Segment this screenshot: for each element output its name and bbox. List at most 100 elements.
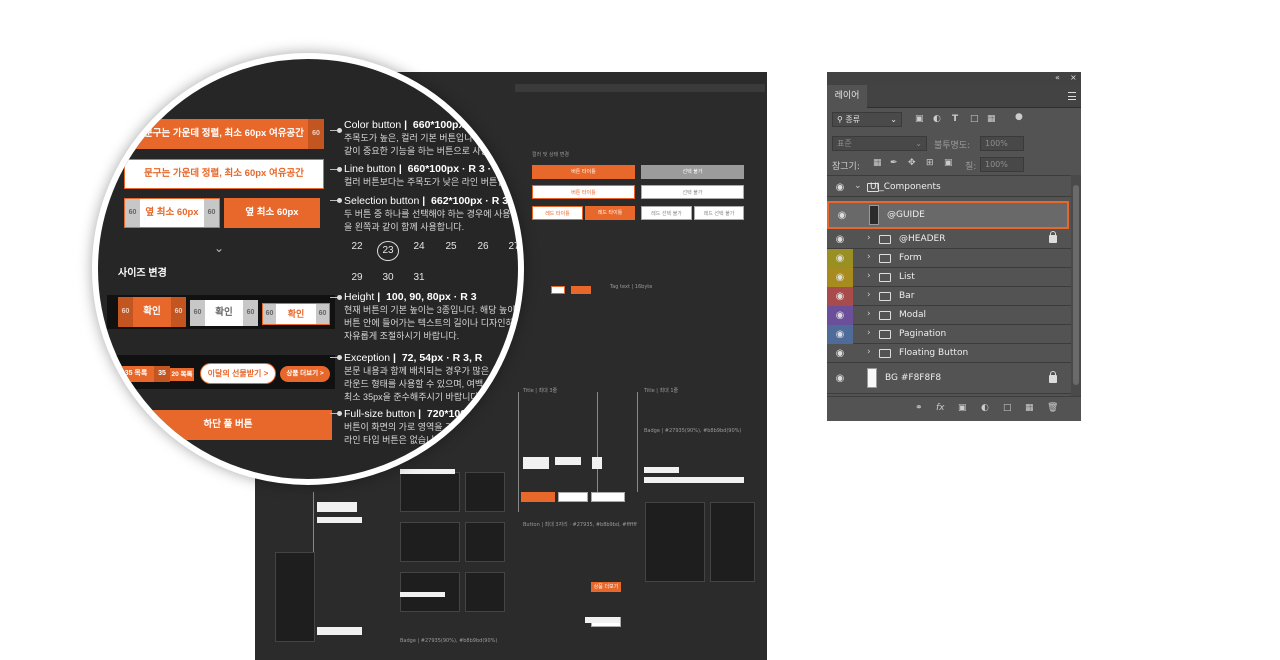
layer-row-guide[interactable]: ◉ @GUIDE xyxy=(827,201,1069,229)
fill-input[interactable]: 100% xyxy=(980,157,1024,172)
spec-color-desc: 같이 중요한 기능을 하는 버튼으로 사용됩니다. xyxy=(344,146,517,156)
exception-tag-list: 35 목록 xyxy=(118,366,154,382)
spec-selection-desc: 을 왼쪽과 같이 함께 사용합니다. xyxy=(344,222,465,232)
spec-height-desc: 현재 버튼의 기본 높이는 3종입니다. 해당 높이와 여백(60px)을 고 xyxy=(344,305,524,315)
canvas-select-disabled-left: 레드 선택 불가 xyxy=(641,206,692,220)
layer-row-header[interactable]: ◉ › @HEADER xyxy=(827,230,1071,249)
layer-row-modal[interactable]: ◉ › Modal xyxy=(827,306,1071,325)
adjustment-icon[interactable]: ◐ xyxy=(981,403,989,413)
product-more-pill-button: 상품 더보기 > xyxy=(280,366,330,382)
lock-label: 잠그기: xyxy=(832,162,860,172)
layer-row-ui-components[interactable]: ◉ ⌄ UI_Components xyxy=(827,178,1071,197)
canvas-select-right: 레드 타이틀 xyxy=(585,206,635,220)
filter-smart-object-icon[interactable]: ▦ xyxy=(987,114,996,124)
lock-move-icon[interactable]: ✥ xyxy=(908,158,916,168)
visibility-eye-icon[interactable]: ◉ xyxy=(833,373,847,384)
visibility-eye-icon[interactable]: ◉ xyxy=(833,234,847,245)
opacity-input[interactable]: 100% xyxy=(980,136,1024,151)
visibility-eye-icon[interactable]: ◉ xyxy=(833,310,847,321)
folder-icon xyxy=(879,235,891,244)
scrollbar-thumb[interactable] xyxy=(1073,185,1079,385)
chevron-down-icon: ⌄ xyxy=(915,139,922,148)
canvas-title-1line: Title | 최대 1줄 xyxy=(644,388,679,394)
canvas-badge-text-2: Badge | #27935(90%), #b8b9bd(90%) xyxy=(400,638,498,644)
selection-left-text: 옆 최소 60px xyxy=(145,207,199,218)
chevron-down-icon: ⌄ xyxy=(214,241,225,255)
visibility-eye-icon[interactable]: ◉ xyxy=(833,272,847,283)
chevron-right-icon[interactable]: › xyxy=(867,233,871,243)
opacity-label: 불투명도: xyxy=(934,141,971,151)
visibility-eye-icon[interactable]: ◉ xyxy=(833,348,847,359)
chevron-right-icon[interactable]: › xyxy=(867,252,871,262)
canvas-tag xyxy=(551,286,565,294)
visibility-eye-icon[interactable]: ◉ xyxy=(835,210,849,221)
selection-button-left: 60 옆 최소 60px 60 xyxy=(124,198,220,228)
panel-tab-row: 레이어 xyxy=(827,85,1081,108)
tab-layers[interactable]: 레이어 xyxy=(827,85,867,108)
folder-icon xyxy=(879,311,891,320)
guide-connector xyxy=(330,128,342,133)
lock-all-icon[interactable]: ▣ xyxy=(944,158,953,168)
calendar-day: 30 xyxy=(382,272,394,283)
fx-icon[interactable]: fx xyxy=(936,403,945,413)
folder-icon xyxy=(879,292,891,301)
filter-pixel-icon[interactable]: ▣ xyxy=(915,114,924,124)
layer-row-floating-button[interactable]: ◉ › Floating Button xyxy=(827,344,1071,363)
chevron-right-icon[interactable]: › xyxy=(867,309,871,319)
lock-icon xyxy=(1049,231,1057,243)
lock-artboard-icon[interactable]: ⊞ xyxy=(926,158,934,168)
layers-scrollbar[interactable] xyxy=(1071,175,1081,397)
lock-icon xyxy=(1049,371,1057,383)
folder-icon xyxy=(879,349,891,358)
lock-transparent-icon[interactable]: ▦ xyxy=(873,158,882,168)
canvas-counter-button xyxy=(521,492,555,502)
visibility-eye-icon[interactable]: ◉ xyxy=(833,253,847,264)
layer-filter-select[interactable]: ⚲ 종류 ⌄ xyxy=(832,112,902,127)
guide-connector xyxy=(330,167,342,172)
new-layer-icon[interactable]: ▦ xyxy=(1025,403,1034,413)
canvas-title-3line: Title | 최대 3줄 xyxy=(523,388,558,394)
layer-thumbnail xyxy=(867,368,877,388)
fill-label: 칠: xyxy=(965,162,977,172)
filter-type-icon[interactable]: T xyxy=(952,114,958,124)
canvas-tag-text: Tag text | 16byte xyxy=(610,284,653,290)
trash-icon[interactable]: 🗑 xyxy=(1047,403,1058,413)
visibility-eye-icon[interactable]: ◉ xyxy=(833,329,847,340)
collapse-icon[interactable]: « xyxy=(1055,73,1060,82)
gift-pill-button: 이달의 선물받기 > xyxy=(200,363,276,384)
canvas-line-disabled-button: 선택 불가 xyxy=(641,185,744,199)
spec-color-desc: 주목도가 높은, 컬러 기본 버튼입니다. 다음 단 xyxy=(344,133,514,143)
layer-row-list[interactable]: ◉ › List xyxy=(827,268,1071,287)
spec-height-desc: 버튼 안에 들어가는 텍스트의 길이나 디자인하는 화면의 상황에 xyxy=(344,318,523,328)
guide-connector xyxy=(330,411,342,416)
visibility-eye-icon[interactable]: ◉ xyxy=(833,182,847,193)
new-group-icon[interactable]: □ xyxy=(1003,403,1012,413)
layer-thumbnail xyxy=(869,205,879,225)
chevron-down-icon[interactable]: ⌄ xyxy=(854,181,862,191)
line-button-text: 문구는 가운데 정렬, 최소 60px 여유공간 xyxy=(144,168,304,179)
chevron-right-icon[interactable]: › xyxy=(867,347,871,357)
calendar-day: 26 xyxy=(477,241,489,252)
filter-adjustment-icon[interactable]: ◐ xyxy=(933,114,941,124)
chevron-right-icon[interactable]: › xyxy=(867,290,871,300)
layer-row-pagination[interactable]: ◉ › Pagination xyxy=(827,325,1071,344)
panel-menu-icon[interactable] xyxy=(1068,92,1076,100)
link-icon[interactable]: ⚭ xyxy=(915,403,923,413)
filter-shape-icon[interactable]: □ xyxy=(970,114,979,124)
spec-selection-title: Selection button | 662*100px · R 3 · #ff… xyxy=(344,195,518,207)
chevron-right-icon[interactable]: › xyxy=(867,328,871,338)
layer-row-bg[interactable]: ◉ BG #F8F8F8 xyxy=(827,364,1071,394)
close-icon[interactable]: × xyxy=(1070,73,1077,82)
canvas-disabled-button: 선택 불가 xyxy=(641,165,744,179)
lock-brush-icon[interactable]: ✒ xyxy=(890,158,898,168)
filter-toggle-icon[interactable]: ● xyxy=(1015,112,1023,122)
layer-row-form[interactable]: ◉ › Form xyxy=(827,249,1071,268)
canvas-section-label: 컬러 및 상태 변경 xyxy=(532,152,569,158)
chevron-right-icon[interactable]: › xyxy=(867,271,871,281)
blend-mode-select[interactable]: 표준 ⌄ xyxy=(832,136,927,151)
canvas-badge-text: Badge | #27935(90%), #b8b9bd(90%) xyxy=(644,428,742,434)
visibility-eye-icon[interactable]: ◉ xyxy=(833,291,847,302)
mask-icon[interactable]: ▣ xyxy=(958,403,967,413)
spec-fullsize-desc: 버튼이 화면의 가로 영역을 가득 채우면 xyxy=(344,422,489,432)
layer-row-bar[interactable]: ◉ › Bar xyxy=(827,287,1071,306)
